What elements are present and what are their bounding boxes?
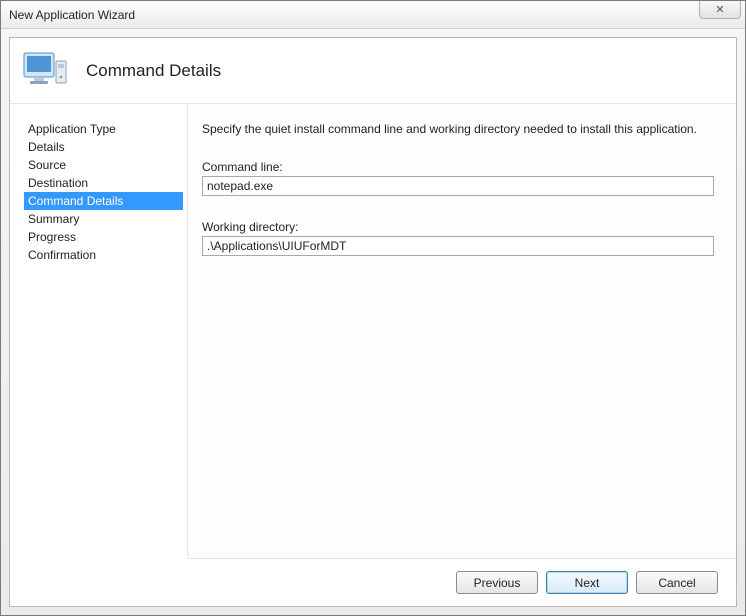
wizard-content: Specify the quiet install command line a… (188, 104, 736, 558)
working-directory-label: Working directory: (202, 220, 714, 234)
titlebar: New Application Wizard ✕ (1, 1, 745, 29)
instruction-text: Specify the quiet install command line a… (202, 122, 714, 136)
window-title: New Application Wizard (9, 8, 135, 22)
page-title: Command Details (86, 61, 221, 81)
wizard-body: Application TypeDetailsSourceDestination… (10, 104, 736, 558)
sidebar-item-command-details[interactable]: Command Details (24, 192, 183, 210)
wizard-header: Command Details (10, 38, 736, 104)
command-line-field-block: Command line: (202, 160, 714, 196)
sidebar-item-progress[interactable]: Progress (24, 228, 183, 246)
sidebar-item-application-type[interactable]: Application Type (24, 120, 183, 138)
sidebar-item-destination[interactable]: Destination (24, 174, 183, 192)
close-icon: ✕ (715, 3, 724, 16)
command-line-input[interactable] (202, 176, 714, 196)
sidebar-item-details[interactable]: Details (24, 138, 183, 156)
previous-button[interactable]: Previous (456, 571, 538, 594)
sidebar-item-summary[interactable]: Summary (24, 210, 183, 228)
next-button[interactable]: Next (546, 571, 628, 594)
wizard-window: New Application Wizard ✕ Command Details (0, 0, 746, 616)
working-directory-input[interactable] (202, 236, 714, 256)
wizard-inner: Command Details Application TypeDetailsS… (9, 37, 737, 607)
wizard-footer: Previous Next Cancel (188, 558, 736, 606)
command-line-label: Command line: (202, 160, 714, 174)
sidebar-item-confirmation[interactable]: Confirmation (24, 246, 183, 264)
cancel-button[interactable]: Cancel (636, 571, 718, 594)
computer-icon (22, 47, 70, 95)
close-button[interactable]: ✕ (699, 1, 741, 19)
wizard-sidebar: Application TypeDetailsSourceDestination… (10, 104, 188, 558)
sidebar-item-source[interactable]: Source (24, 156, 183, 174)
working-directory-field-block: Working directory: (202, 220, 714, 256)
